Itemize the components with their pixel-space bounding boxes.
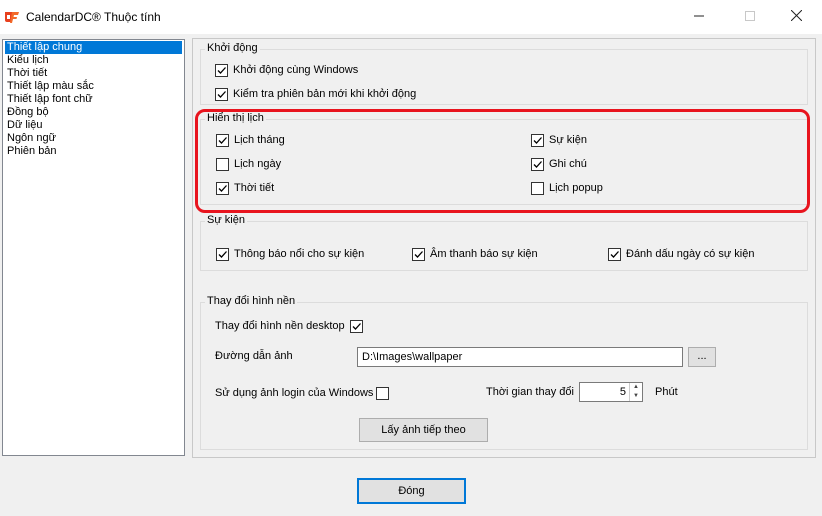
check-update-label: Kiểm tra phiên bản mới khi khởi động — [233, 88, 417, 100]
sidebar-item-weather[interactable]: Thời tiết — [5, 67, 49, 80]
sidebar-item-sync[interactable]: Đồng bộ — [5, 106, 51, 119]
spin-down-icon[interactable]: ▼ — [630, 392, 642, 401]
mark-event-days-checkbox[interactable] — [608, 248, 621, 261]
change-interval-spinner[interactable]: 5 ▲ ▼ — [579, 382, 643, 402]
change-wallpaper-label: Thay đổi hình nền desktop — [215, 320, 345, 332]
sidebar-item-language[interactable]: Ngôn ngữ — [5, 132, 58, 145]
sidebar-item-version[interactable]: Phiên bản — [5, 145, 59, 158]
use-login-image-checkbox[interactable] — [376, 387, 389, 400]
close-button[interactable]: Đóng — [357, 478, 466, 504]
sidebar-item-general[interactable]: Thiết lập chung — [5, 41, 182, 54]
startup-group-title: Khởi động — [205, 42, 260, 54]
event-popup-notify-label: Thông báo nổi cho sự kiện — [234, 248, 365, 260]
minimize-icon[interactable] — [684, 6, 714, 28]
window-title: CalendarDC® Thuộc tính — [26, 10, 161, 24]
events-group — [200, 221, 808, 271]
next-wallpaper-button[interactable]: Lấy ảnh tiếp theo — [359, 418, 488, 442]
sidebar-item-colors[interactable]: Thiết lập màu sắc — [5, 80, 96, 93]
event-sound-checkbox[interactable] — [412, 248, 425, 261]
image-path-label: Đường dẫn ảnh — [215, 350, 293, 362]
title-bar[interactable]: CalendarDC® Thuộc tính — [0, 0, 822, 34]
image-path-input[interactable]: D:\Images\wallpaper — [357, 347, 683, 367]
spin-up-icon[interactable]: ▲ — [630, 383, 642, 392]
settings-category-list[interactable]: Thiết lập chung Kiểu lịch Thời tiết Thiế… — [2, 39, 185, 456]
spinner-arrows[interactable]: ▲ ▼ — [629, 383, 642, 401]
browse-button[interactable]: ... — [688, 347, 716, 367]
sidebar-item-calendar-style[interactable]: Kiểu lịch — [5, 54, 51, 67]
change-interval-value: 5 — [619, 386, 626, 398]
check-update-checkbox[interactable] — [215, 88, 228, 101]
startup-with-windows-label: Khởi động cùng Windows — [233, 64, 359, 76]
change-interval-label: Thời gian thay đổi — [486, 386, 574, 398]
red-highlight-annotation — [195, 109, 810, 213]
app-logo-icon — [4, 9, 20, 25]
mark-event-days-label: Đánh dấu ngày có sự kiện — [626, 248, 755, 260]
maximize-icon[interactable] — [735, 6, 765, 28]
interval-unit-label: Phút — [655, 386, 678, 398]
change-wallpaper-checkbox[interactable] — [350, 320, 363, 333]
wallpaper-group-title: Thay đổi hình nền — [205, 295, 298, 307]
use-login-image-label: Sử dụng ảnh login của Windows — [215, 387, 374, 399]
startup-with-windows-checkbox[interactable] — [215, 64, 228, 77]
sidebar-item-data[interactable]: Dữ liệu — [5, 119, 45, 132]
event-sound-label: Âm thanh báo sự kiện — [430, 248, 538, 260]
sidebar-item-fonts[interactable]: Thiết lập font chữ — [5, 93, 95, 106]
event-popup-notify-checkbox[interactable] — [216, 248, 229, 261]
events-group-title: Sự kiện — [205, 214, 247, 226]
close-icon[interactable] — [781, 6, 811, 28]
